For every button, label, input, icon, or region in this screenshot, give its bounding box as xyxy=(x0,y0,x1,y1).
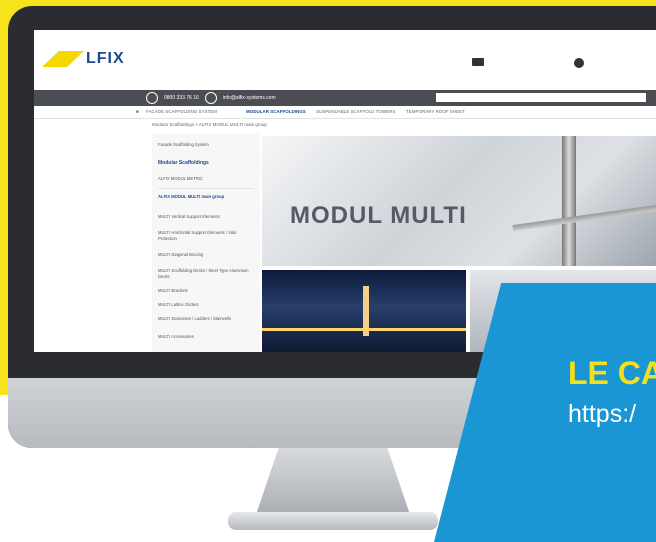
banner-url[interactable]: https:/ xyxy=(568,400,636,429)
hero-image: MODUL MULTI xyxy=(262,136,656,266)
hero-title: MODUL MULTI xyxy=(290,202,467,229)
site-header: LFIX xyxy=(34,30,656,90)
scaffold-pole-image xyxy=(562,136,576,266)
sidebar-item[interactable]: MULTI Scaffolding Decks / Steel Type Alu… xyxy=(158,268,254,280)
logo-mark-icon xyxy=(42,51,84,67)
main-menu: ■ FACADE SCAFFOLDING SYSTEM MODULAR SCAF… xyxy=(34,106,656,119)
search-input[interactable] xyxy=(436,93,646,102)
sidebar-item[interactable]: MULTI Accessories xyxy=(158,334,254,340)
banner-title: LE CA xyxy=(568,355,656,391)
email-icon xyxy=(204,92,217,104)
sidebar-section-title[interactable]: Modular Scaffoldings xyxy=(158,160,254,166)
sidebar-item[interactable]: MULTI Horizontal Support Elements / Side… xyxy=(158,230,254,242)
account-icon xyxy=(574,58,584,68)
sidebar-item[interactable]: MULTI Vertical Support Elements xyxy=(158,214,254,220)
truck-icon xyxy=(472,58,484,66)
bridge-image[interactable] xyxy=(262,270,466,352)
menu-item-modular[interactable]: MODULAR SCAFFOLDINGS xyxy=(246,109,306,114)
sidebar-item-active[interactable]: ALFIX MODUL MULTI main group xyxy=(158,194,254,200)
scaffold-brace-image xyxy=(512,202,656,232)
home-icon[interactable]: ■ xyxy=(136,109,139,114)
menu-item-facade[interactable]: FACADE SCAFFOLDING SYSTEM xyxy=(146,109,217,114)
contact-info: 0800 333 76 16 info@alfix-systems.com xyxy=(146,92,276,104)
divider xyxy=(158,188,254,189)
sidebar-item[interactable]: MULTI Diagonal Bracing xyxy=(158,252,254,258)
sidebar-item[interactable]: MULTI Brackets xyxy=(158,288,254,294)
account-link[interactable] xyxy=(574,58,590,68)
contact-bar: 0800 333 76 16 info@alfix-systems.com xyxy=(34,90,656,106)
delivery-info[interactable] xyxy=(472,58,490,66)
alfix-logo[interactable]: LFIX xyxy=(42,50,125,68)
sidebar-header[interactable]: Facade Scaffolding System xyxy=(158,142,254,148)
email-address[interactable]: info@alfix-systems.com xyxy=(223,95,276,101)
phone-icon xyxy=(146,92,158,104)
sidebar-item[interactable]: ALFIX MODUL METRIC xyxy=(158,176,254,182)
logo-text: LFIX xyxy=(86,50,125,67)
breadcrumb[interactable]: Modular Scaffoldings > ALFIX MODUL MULTI… xyxy=(152,122,267,127)
sidebar-item[interactable]: MULTI Lattice Girders xyxy=(158,302,254,308)
menu-item-towers[interactable]: SUSPENDABLE SCAFFOLD TOWERS xyxy=(316,109,395,114)
menu-item-roof[interactable]: TEMPORARY ROOF SHEET xyxy=(406,109,465,114)
bridge-lights xyxy=(262,328,466,331)
phone-number[interactable]: 0800 333 76 16 xyxy=(164,95,199,101)
sidebar-item[interactable]: MULTI Staircases / Ladders / Stairwells xyxy=(158,316,254,322)
sidebar: Facade Scaffolding System Modular Scaffo… xyxy=(152,134,260,352)
monitor-base xyxy=(228,512,438,530)
